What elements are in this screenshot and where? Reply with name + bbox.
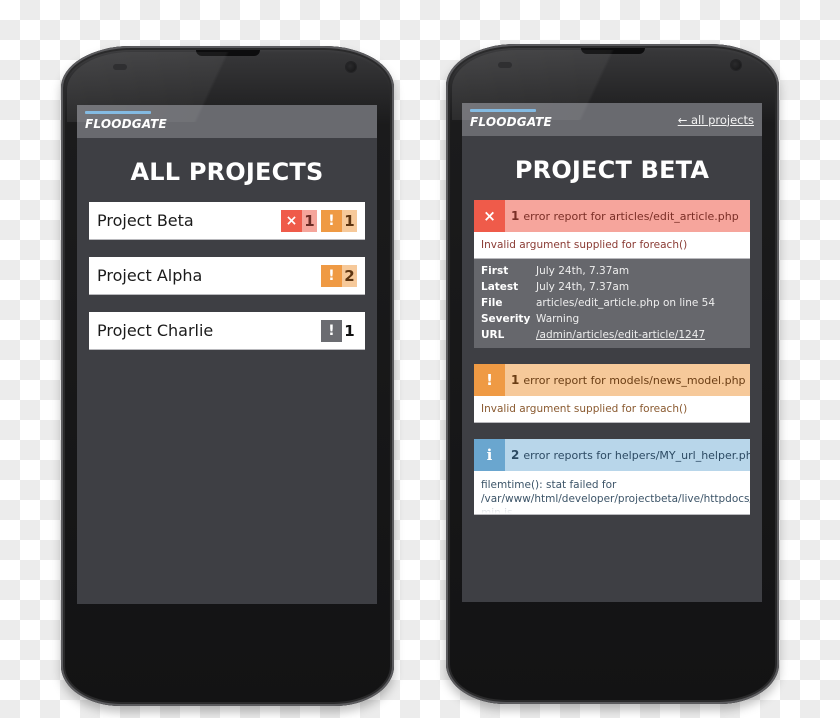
proximity-sensor (498, 62, 512, 68)
warning-exclamation-icon: ! (474, 364, 505, 396)
error-report-list: × 1 error report for articles/edit_artic… (462, 200, 762, 515)
project-row-charlie[interactable]: Project Charlie ! 1 (89, 312, 365, 350)
report-count: 1 (511, 373, 520, 387)
error-details: First July 24th, 7.37am Latest July 24th… (474, 259, 750, 348)
all-projects-screen: FLOODGATE ALL PROJECTS Project Beta × 1 … (77, 105, 377, 604)
detail-value-latest: July 24th, 7.37am (536, 281, 630, 293)
report-count: 2 (511, 448, 520, 462)
report-count: 1 (511, 209, 520, 223)
warning-message: Invalid argument supplied for foreach() (474, 396, 750, 423)
app-bar: FLOODGATE ← all projects (462, 103, 762, 136)
detail-value-file: articles/edit_article.php on line 54 (536, 297, 716, 309)
speaker-grille (195, 50, 260, 56)
notice-exclamation-icon: ! (321, 319, 342, 342)
project-detail-screen: FLOODGATE ← all projects PROJECT BETA × … (462, 103, 762, 602)
card-title: 2 error reports for helpers/MY_url_helpe… (505, 439, 750, 471)
project-row-alpha[interactable]: Project Alpha ! 2 (89, 257, 365, 295)
floodgate-logo[interactable]: FLOODGATE (85, 110, 167, 131)
card-header[interactable]: i 2 error reports for helpers/MY_url_hel… (474, 439, 750, 471)
message-line: min.js (481, 507, 513, 515)
report-heading: error report for models/news_model.php (523, 373, 746, 387)
page-title: ALL PROJECTS (130, 158, 324, 186)
report-heading: error reports for helpers/MY_url_helper.… (523, 448, 750, 462)
notice-count: 1 (342, 319, 357, 342)
notice-badge: ! 1 (321, 319, 357, 342)
report-heading: error report for articles/edit_article.p… (523, 209, 739, 223)
project-name: Project Charlie (97, 321, 214, 340)
project-list: Project Beta × 1 ! 1 Project Alpha ! 2 P… (77, 202, 377, 350)
info-message: filemtime(): stat failed for /var/www/ht… (474, 471, 750, 515)
badge-group: ! 2 (321, 264, 357, 287)
app-bar: FLOODGATE (77, 105, 377, 138)
warning-badge: ! 1 (321, 209, 357, 232)
error-report-card: × 1 error report for articles/edit_artic… (474, 200, 750, 348)
project-row-beta[interactable]: Project Beta × 1 ! 1 (89, 202, 365, 240)
url-link[interactable]: /admin/articles/edit-article/1247 (536, 329, 705, 341)
error-count: 1 (302, 209, 317, 232)
detail-label-latest: Latest (481, 281, 519, 293)
detail-value-first: July 24th, 7.37am (536, 265, 630, 277)
page-title: PROJECT BETA (514, 156, 710, 184)
project-name: Project Alpha (97, 266, 203, 285)
detail-label-first: First (481, 265, 509, 277)
front-camera-icon (731, 60, 741, 70)
phone-right: FLOODGATE ← all projects PROJECT BETA × … (446, 44, 779, 704)
badge-group: ! 1 (321, 319, 357, 342)
detail-label-severity: Severity (481, 313, 531, 325)
phone-left: FLOODGATE ALL PROJECTS Project Beta × 1 … (61, 46, 394, 706)
warning-count: 1 (342, 209, 357, 232)
badge-group: × 1 ! 1 (281, 209, 357, 232)
warning-exclamation-icon: ! (321, 264, 342, 287)
detail-value-url: /admin/articles/edit-article/1247 (536, 329, 743, 341)
error-x-icon: × (474, 200, 505, 232)
warning-report-card: ! 1 error report for models/news_model.p… (474, 364, 750, 423)
info-i-icon: i (474, 439, 505, 471)
error-x-icon: × (281, 209, 302, 232)
message-line: filemtime(): stat failed for (481, 479, 617, 491)
info-report-card: i 2 error reports for helpers/MY_url_hel… (474, 439, 750, 515)
error-message: Invalid argument supplied for foreach() (474, 232, 750, 259)
detail-label-url: URL (481, 329, 505, 341)
floodgate-logo[interactable]: FLOODGATE (470, 108, 552, 129)
message-line: /var/www/html/developer/projectbeta/live… (481, 493, 750, 505)
warning-badge: ! 2 (321, 264, 357, 287)
error-badge: × 1 (281, 209, 317, 232)
detail-label-file: File (481, 297, 503, 309)
front-camera-icon (346, 62, 356, 72)
warning-exclamation-icon: ! (321, 209, 342, 232)
card-header[interactable]: ! 1 error report for models/news_model.p… (474, 364, 750, 396)
warning-count: 2 (342, 264, 357, 287)
card-title: 1 error report for articles/edit_article… (505, 200, 750, 232)
speaker-grille (580, 48, 645, 54)
detail-value-severity: Warning (536, 313, 580, 325)
project-name: Project Beta (97, 211, 194, 230)
card-header[interactable]: × 1 error report for articles/edit_artic… (474, 200, 750, 232)
all-projects-link[interactable]: ← all projects (678, 113, 754, 127)
card-title: 1 error report for models/news_model.php (505, 364, 750, 396)
proximity-sensor (113, 64, 127, 70)
